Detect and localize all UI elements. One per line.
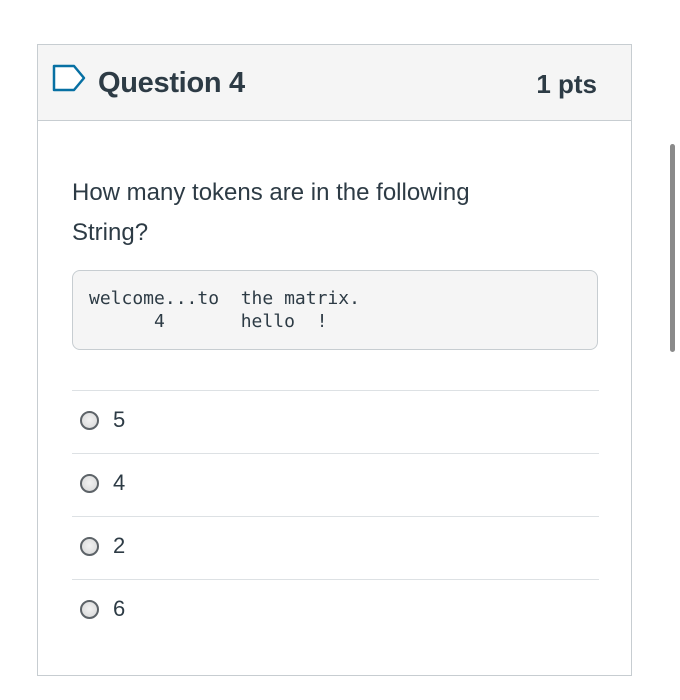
question-points: 1 pts	[536, 69, 597, 99]
quiz-page: Question 4 1 pts How many tokens are in …	[0, 0, 680, 700]
answer-label: 4	[113, 470, 126, 495]
answer-label: 2	[113, 533, 126, 558]
radio-button[interactable]	[80, 600, 99, 619]
code-block: welcome...to the matrix. 4 hello !	[72, 270, 598, 350]
question-card: Question 4 1 pts How many tokens are in …	[37, 44, 632, 676]
flag-question-icon[interactable]	[52, 64, 88, 92]
question-header: Question 4 1 pts	[38, 45, 631, 121]
answer-label: 5	[113, 407, 126, 432]
answer-list: 5 4 2 6	[72, 390, 599, 642]
answer-option[interactable]: 2	[72, 516, 599, 579]
radio-button[interactable]	[80, 474, 99, 493]
answer-label: 6	[113, 596, 126, 621]
radio-button[interactable]	[80, 537, 99, 556]
scrollbar-thumb[interactable]	[670, 144, 675, 352]
question-title: Question 4	[98, 67, 245, 99]
answer-option[interactable]: 6	[72, 579, 599, 642]
radio-button[interactable]	[80, 411, 99, 430]
question-text: How many tokens are in the following Str…	[72, 179, 470, 246]
answer-option[interactable]: 4	[72, 453, 599, 516]
answer-option[interactable]: 5	[72, 390, 599, 453]
